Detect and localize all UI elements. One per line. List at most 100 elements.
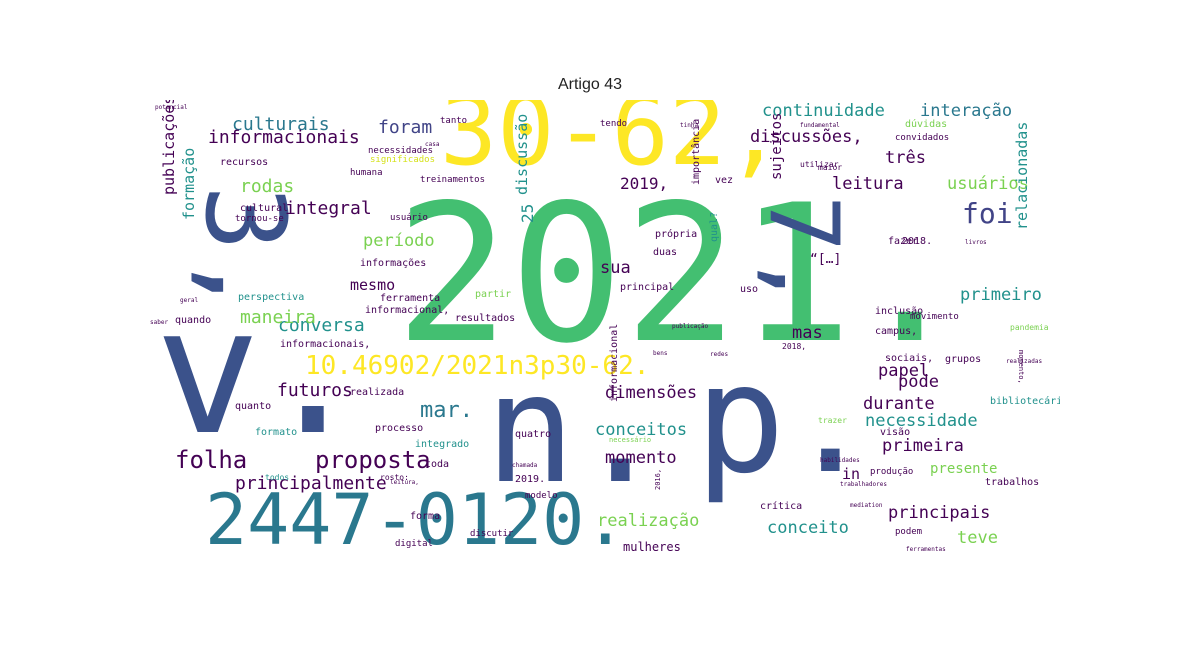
word: realizada — [350, 387, 405, 398]
word: quatro — [515, 429, 552, 440]
word: principalmente — [235, 473, 387, 494]
word: formação — [180, 147, 198, 220]
word: saber — [150, 319, 169, 326]
word: rodas — [240, 176, 295, 197]
word: proposta — [315, 446, 431, 474]
word: potencial — [155, 104, 188, 111]
word: processo — [375, 423, 424, 434]
word: 30-62, — [440, 100, 784, 187]
word: foi — [962, 197, 1013, 230]
word: meios — [150, 498, 152, 520]
word: informacional, — [365, 305, 450, 316]
word: discussão — [513, 113, 531, 195]
word: informacionais — [208, 127, 360, 148]
word: trabalhadores — [840, 481, 887, 488]
word: 2019, — [620, 174, 669, 193]
word: usuário — [390, 213, 428, 223]
word: relacionadas — [1013, 121, 1031, 230]
word: principais — [888, 503, 991, 523]
word: 2021. — [395, 164, 967, 385]
word: pandemia — [1010, 323, 1049, 332]
word: in — [842, 465, 861, 483]
word: principal — [620, 282, 675, 293]
word: informações — [360, 258, 427, 269]
word: qual? — [709, 211, 720, 242]
word: dúvidas — [905, 119, 948, 130]
word: realização — [597, 511, 700, 531]
word: geral — [180, 297, 199, 304]
word: humana — [350, 168, 383, 178]
word: trabalhos — [985, 477, 1040, 488]
word-cloud: 2021. v. n. p. 30-62, 3, 7, 2447-0120. 10.46902/… — [150, 100, 1060, 555]
word: podem — [895, 527, 923, 537]
word: sujeitos — [769, 112, 785, 180]
word: discussões, — [750, 127, 863, 147]
word: formato — [255, 427, 298, 438]
word: mas — [792, 323, 823, 343]
word: tendo — [600, 119, 628, 129]
word: modelo — [525, 491, 558, 501]
word: redes — [710, 351, 729, 358]
word: perspectiva — [238, 292, 305, 303]
word: leitura — [832, 174, 904, 194]
word: própria — [655, 229, 698, 240]
word: “[…] — [810, 252, 842, 267]
word: leitura, — [390, 479, 419, 486]
word: crítica — [760, 501, 803, 512]
word: futuros — [277, 380, 353, 401]
word: maneira — [240, 307, 316, 328]
word: ferramentas — [906, 546, 946, 553]
word: interação — [920, 101, 1013, 121]
word: mesmo — [350, 276, 396, 294]
word: duas — [653, 247, 678, 258]
word: recursos — [220, 157, 269, 168]
word: primeiro — [960, 285, 1042, 305]
word: fundamental — [800, 122, 840, 129]
chart-title: Artigo 43 — [557, 76, 623, 93]
word: foram — [378, 117, 433, 138]
word: tinha — [680, 122, 699, 129]
word: maior — [818, 163, 843, 172]
word: ferramenta — [380, 293, 441, 304]
word: 2016, — [654, 468, 662, 490]
word: informacional — [609, 323, 620, 402]
word: momento, — [1017, 350, 1025, 384]
word: toda — [425, 459, 450, 470]
word: discutir — [470, 529, 514, 539]
word: tanto — [440, 116, 468, 126]
word: trabalhadores. — [150, 280, 152, 390]
word: conceito — [767, 518, 849, 538]
word: inclusão — [875, 306, 924, 317]
word: 10.46902/2021n3p30-62. — [305, 351, 650, 381]
word: primeira — [882, 436, 964, 456]
word: forma — [410, 511, 441, 522]
word: significados — [370, 155, 436, 165]
word: 25 — [518, 203, 537, 223]
word: quando — [175, 315, 212, 326]
word: vez — [715, 175, 734, 186]
word: digital — [395, 539, 433, 549]
word: treinamentos — [420, 175, 486, 185]
word: integrado — [415, 439, 470, 450]
word: teve — [957, 528, 998, 548]
word: presente — [930, 461, 998, 477]
word: integral — [285, 198, 372, 219]
word: tornou-se — [235, 214, 284, 224]
word: publicações — [160, 100, 178, 195]
word: chamada — [512, 462, 538, 469]
word: livros — [965, 239, 987, 246]
word: convidados — [895, 133, 950, 143]
word: 2018. — [902, 236, 933, 247]
word: mar. — [420, 398, 473, 423]
word: todos — [265, 473, 290, 482]
word: bibliotecária — [990, 396, 1060, 407]
word: visão — [880, 427, 911, 438]
word: momento — [605, 448, 677, 468]
word: sua — [600, 258, 631, 278]
word: casa — [425, 141, 440, 148]
word: folha — [175, 446, 248, 474]
word: produção — [870, 467, 914, 477]
word: mediation — [850, 502, 883, 509]
word: pode — [898, 372, 939, 392]
word: mulheres — [623, 540, 681, 554]
